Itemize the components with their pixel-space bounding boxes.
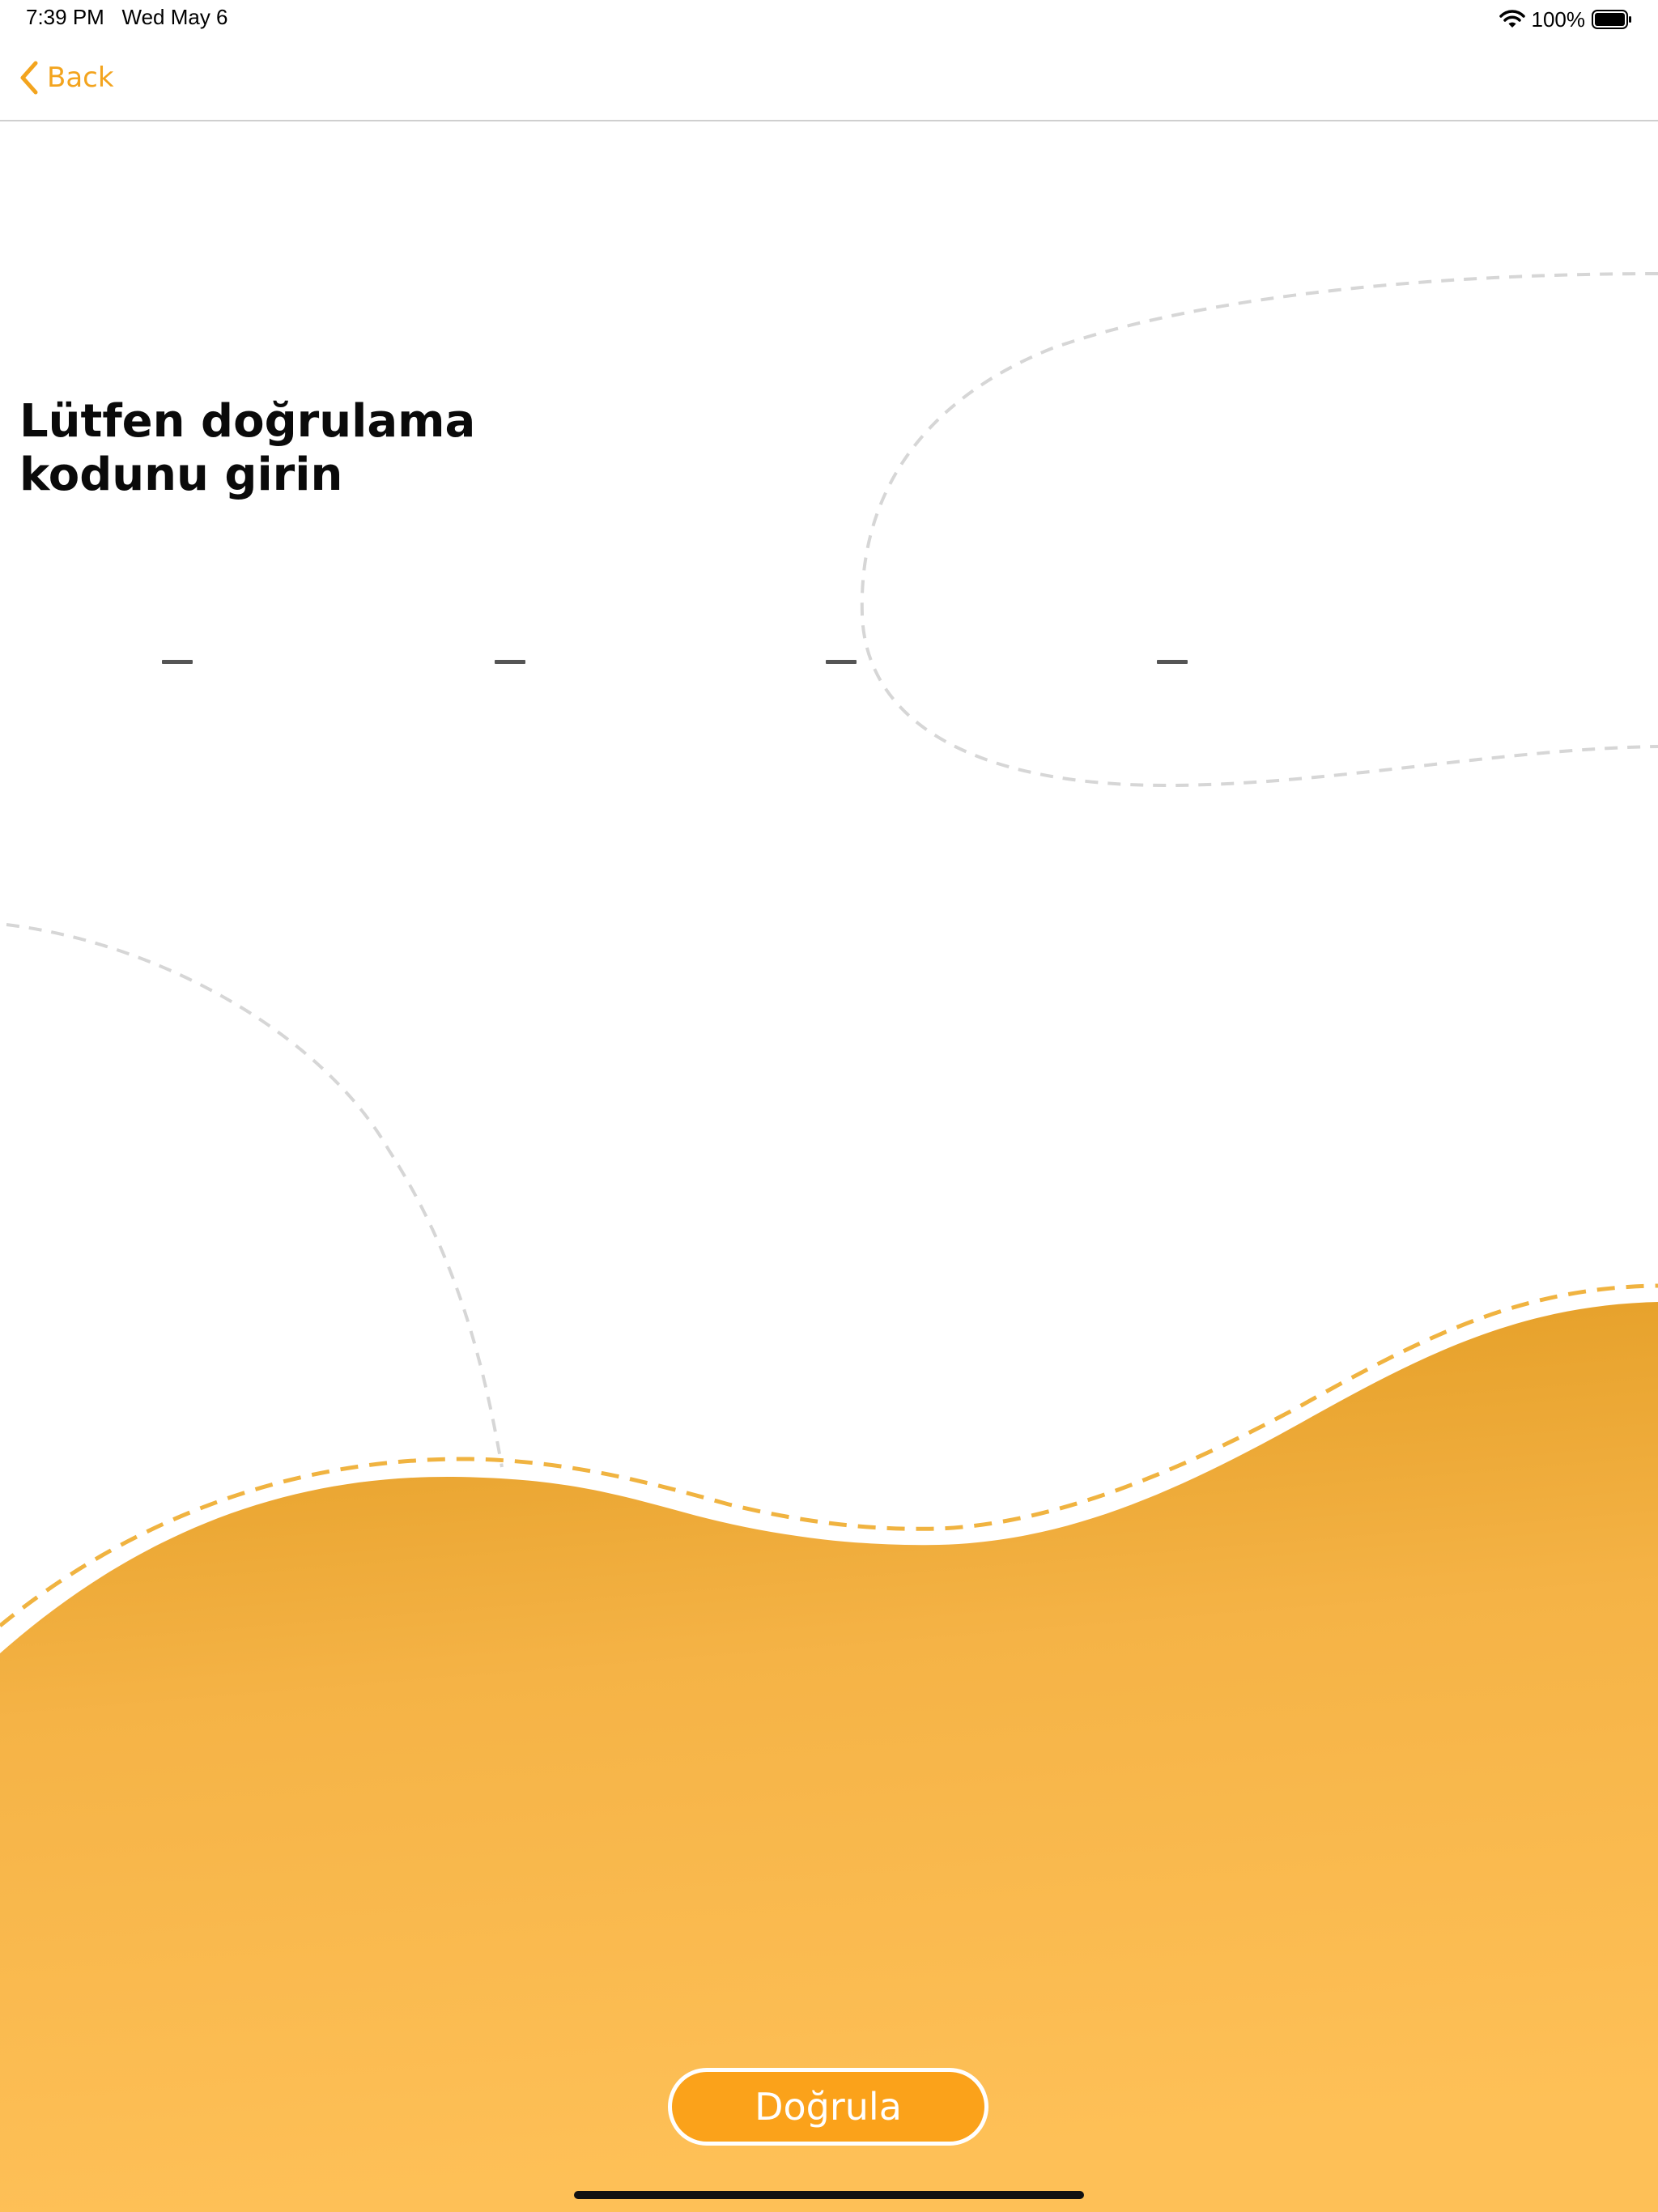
code-digit-3[interactable] [826, 660, 857, 664]
back-button-label: Back [47, 62, 114, 94]
page-title-line-1: Lütfen doğrulama [19, 395, 476, 448]
status-bar: 7:39 PM Wed May 6 100% [0, 0, 1658, 39]
page-title-line-2: kodunu girin [19, 449, 343, 501]
status-clock: 7:39 PM [26, 5, 104, 29]
code-digit-2[interactable] [495, 660, 525, 664]
page-title: Lütfen doğrulama kodunu girin [19, 395, 538, 502]
dashed-curve-left [6, 923, 504, 1468]
battery-icon [1592, 10, 1632, 29]
status-indicators: 100% [1499, 5, 1633, 34]
dashed-curve-top-right [860, 272, 1658, 788]
status-date: Wed May 6 [121, 5, 228, 29]
status-time: 7:39 PM Wed May 6 [26, 5, 228, 30]
home-indicator[interactable] [574, 2191, 1084, 2199]
chevron-left-icon [18, 60, 40, 96]
background-decoration [0, 272, 1658, 2212]
verify-button[interactable]: Doğrula [668, 2068, 988, 2146]
battery-percent: 100% [1531, 6, 1586, 32]
wifi-icon [1499, 9, 1525, 30]
code-digit-1[interactable] [162, 660, 193, 664]
code-digit-4[interactable] [1157, 660, 1188, 664]
back-button[interactable]: Back [18, 57, 114, 99]
navigation-bar: Back [0, 39, 1658, 121]
